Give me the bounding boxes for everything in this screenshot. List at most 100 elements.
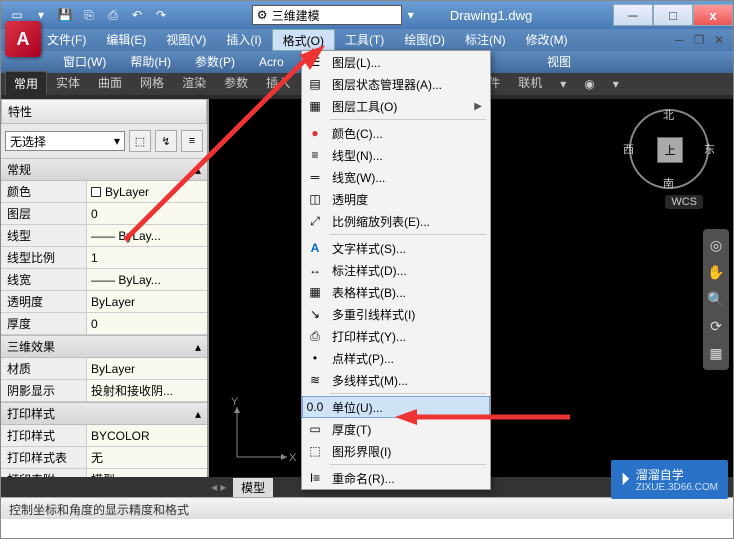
scalelist-icon: ⤢ bbox=[306, 213, 324, 229]
ribbon-extra-icon[interactable]: ◉ bbox=[575, 73, 603, 95]
menu-item-trans[interactable]: ◫ 透明度 bbox=[302, 188, 490, 210]
model-tab[interactable]: 模型 bbox=[233, 478, 273, 497]
ribbon-tab-4[interactable]: 渲染 bbox=[173, 70, 215, 95]
ribbon-extra-icon[interactable]: ▾ bbox=[551, 73, 575, 95]
ribbon-extra-icon[interactable]: ▾ bbox=[604, 73, 628, 95]
ribbon-tab-2[interactable]: 曲面 bbox=[89, 70, 131, 95]
menu-tools[interactable]: 工具(T) bbox=[335, 29, 394, 51]
svg-text:Y: Y bbox=[231, 397, 239, 408]
trans-icon: ◫ bbox=[306, 191, 324, 207]
menu-item-units[interactable]: 0.0单位(U)... bbox=[302, 396, 490, 418]
menu-item-pointstyle[interactable]: •点样式(P)... bbox=[302, 347, 490, 369]
menu-insert[interactable]: 插入(I) bbox=[216, 29, 271, 51]
steering-wheel-icon[interactable]: ◎ bbox=[710, 237, 722, 254]
menu-edit[interactable]: 编辑(E) bbox=[96, 29, 156, 51]
menu-item-label: 多线样式(M)... bbox=[332, 372, 482, 389]
menu-view[interactable]: 视图(V) bbox=[156, 29, 216, 51]
menu-file[interactable]: 文件(F) bbox=[37, 29, 96, 51]
menu-item-mlinestyle[interactable]: ≋ 多线样式(M)... bbox=[302, 369, 490, 391]
pointstyle-icon: • bbox=[306, 350, 324, 366]
minimize-button[interactable]: ─ bbox=[613, 4, 653, 26]
ribbon-tab-6[interactable]: 插入 bbox=[257, 70, 299, 95]
workspace-dropdown[interactable]: ⚙ 三维建模 bbox=[252, 5, 402, 25]
menu-dimension[interactable]: 标注(N) bbox=[455, 29, 516, 51]
color-swatch-icon bbox=[91, 187, 101, 197]
status-bar: 控制坐标和角度的显示精度和格式 bbox=[1, 497, 733, 519]
thickness-icon: ▭ bbox=[306, 421, 324, 437]
ucs-icon: X Y bbox=[227, 397, 297, 467]
zoom-icon[interactable]: 🔍 bbox=[707, 291, 724, 308]
group-plot-header[interactable]: 打印样式▴ bbox=[1, 402, 207, 425]
watermark-brand: 溜溜自学 bbox=[636, 466, 718, 483]
ribbon-tab-0[interactable]: 常用 bbox=[5, 71, 47, 95]
layertools-icon: ▦ bbox=[306, 98, 324, 114]
close-button[interactable]: x bbox=[693, 4, 733, 26]
menu-item-layertools[interactable]: ▦图层工具(O)▶ bbox=[302, 95, 490, 117]
menu-item-rename[interactable]: I≡重命名(R)... bbox=[302, 467, 490, 489]
row-lineweight: 线宽—— ByLay... bbox=[1, 269, 207, 291]
ribbon-tab-3[interactable]: 网格 bbox=[131, 70, 173, 95]
menu-modify[interactable]: 修改(M) bbox=[516, 29, 578, 51]
group-general-header[interactable]: 常规▴ bbox=[1, 158, 207, 181]
viewcube[interactable]: 上 北 南 西 东 bbox=[629, 109, 709, 189]
group-3d-header[interactable]: 三维效果▴ bbox=[1, 335, 207, 358]
ribbon-tab-5[interactable]: 参数 bbox=[215, 70, 257, 95]
workspace-label: 三维建模 bbox=[272, 7, 320, 24]
title-bar: ▭ ▾ 💾 ⎘ ⎙ ↶ ↷ ⚙ 三维建模 ▾ Drawing1.dwg ─ □ … bbox=[1, 1, 733, 29]
maximize-button[interactable]: □ bbox=[653, 4, 693, 26]
submenu-arrow-icon: ▶ bbox=[474, 101, 482, 112]
menu-item-label: 图层状态管理器(A)... bbox=[332, 76, 482, 93]
menu-item-limits[interactable]: ⬚图形界限(I) bbox=[302, 440, 490, 462]
select-objects-button[interactable]: ↯ bbox=[155, 130, 177, 152]
menu-item-mleader[interactable]: ↘多重引线样式(I) bbox=[302, 303, 490, 325]
menu-item-scalelist[interactable]: ⤢比例缩放列表(E)... bbox=[302, 210, 490, 232]
menu-item-thickness[interactable]: ▭厚度(T) bbox=[302, 418, 490, 440]
color-icon: ● bbox=[306, 125, 324, 141]
menu-item-label: 透明度 bbox=[332, 191, 482, 208]
row-plotstyle: 打印样式BYCOLOR bbox=[1, 425, 207, 447]
dimstyle-icon: ↔ bbox=[306, 262, 324, 278]
watermark-badge: ⏵ 溜溜自学 ZIXUE.3D66.COM bbox=[611, 460, 728, 499]
doc-close-icon[interactable]: ✕ bbox=[711, 33, 727, 47]
row-layer: 图层0 bbox=[1, 203, 207, 225]
menu-item-layers[interactable]: ☰图层(L)... bbox=[302, 51, 490, 73]
qat-undo-icon[interactable]: ↶ bbox=[127, 5, 147, 25]
menu-item-label: 图形界限(I) bbox=[332, 443, 482, 460]
viewcube-top-face[interactable]: 上 bbox=[657, 137, 683, 163]
qat-print-icon[interactable]: ⎙ bbox=[103, 5, 123, 25]
doc-restore-icon[interactable]: ❐ bbox=[691, 33, 707, 47]
ribbon-tab-12[interactable]: 联机 bbox=[509, 70, 551, 95]
menu-draw[interactable]: 绘图(D) bbox=[394, 29, 455, 51]
menu-item-label: 打印样式(Y)... bbox=[332, 328, 482, 345]
menu-item-color[interactable]: ●颜色(C)... bbox=[302, 122, 490, 144]
menu-item-dimstyle[interactable]: ↔ 标注样式(D)... bbox=[302, 259, 490, 281]
menu-item-layerstate[interactable]: ▤图层状态管理器(A)... bbox=[302, 73, 490, 95]
showmotion-icon[interactable]: ▦ bbox=[709, 345, 722, 362]
lineweight-icon: ═ bbox=[306, 169, 324, 185]
qat-saveas-icon[interactable]: ⎘ bbox=[79, 5, 99, 25]
layers-icon: ☰ bbox=[306, 54, 324, 70]
menu-item-label: 标注样式(D)... bbox=[332, 262, 482, 279]
qat-redo-icon[interactable]: ↷ bbox=[151, 5, 171, 25]
menu-item-tablestyle[interactable]: ▦表格样式(B)... bbox=[302, 281, 490, 303]
wcs-label[interactable]: WCS bbox=[665, 195, 703, 209]
row-transparency: 透明度ByLayer bbox=[1, 291, 207, 313]
quick-select-button[interactable]: ⬚ bbox=[129, 130, 151, 152]
menu-item-lineweight[interactable]: ═线宽(W)... bbox=[302, 166, 490, 188]
watermark-url: ZIXUE.3D66.COM bbox=[636, 483, 718, 493]
qat-save-icon[interactable]: 💾 bbox=[55, 5, 75, 25]
menu-item-plotstyle[interactable]: ⎙ 打印样式(Y)... bbox=[302, 325, 490, 347]
toggle-pickadd-button[interactable]: ≡ bbox=[181, 130, 203, 152]
menu-item-textstyle[interactable]: A文字样式(S)... bbox=[302, 237, 490, 259]
pan-icon[interactable]: ✋ bbox=[707, 264, 724, 281]
mlinestyle-icon: ≋ bbox=[306, 372, 324, 388]
format-dropdown-menu: ☰图层(L)...▤图层状态管理器(A)...▦图层工具(O)▶ ●颜色(C)..… bbox=[301, 50, 491, 490]
orbit-icon[interactable]: ⟳ bbox=[710, 318, 722, 335]
doc-minimize-icon[interactable]: ─ bbox=[671, 33, 687, 47]
plotstyle-icon: ⎙ bbox=[306, 328, 324, 344]
selection-dropdown[interactable]: 无选择▾ bbox=[5, 131, 125, 151]
menu-item-linetype[interactable]: ≡线型(N)... bbox=[302, 144, 490, 166]
ribbon-tab-1[interactable]: 实体 bbox=[47, 70, 89, 95]
menu-format[interactable]: 格式(O) bbox=[272, 29, 335, 51]
app-logo[interactable]: A bbox=[5, 21, 41, 57]
